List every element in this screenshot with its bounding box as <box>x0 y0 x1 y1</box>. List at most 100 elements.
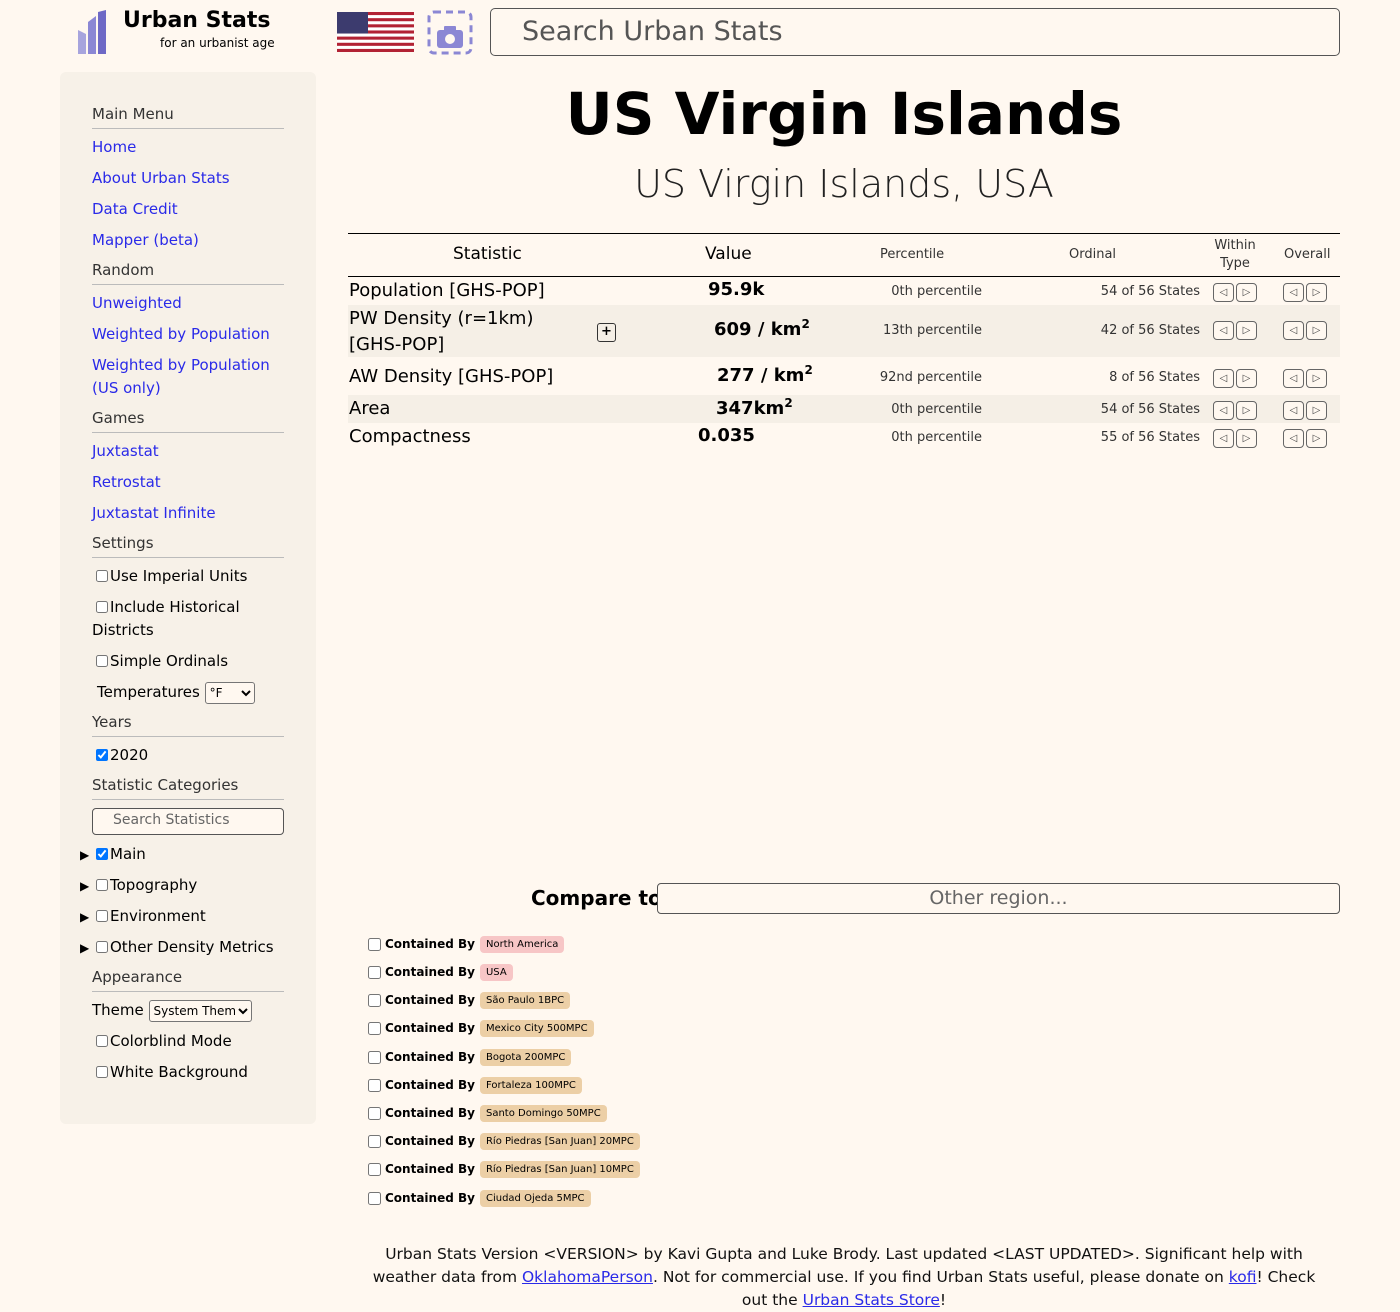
expand-arrow-icon[interactable]: ▶ <box>80 906 89 929</box>
contained-by-row[interactable]: Contained By Río Piedras [San Juan] 10MP… <box>368 1158 640 1180</box>
next-arrow-icon[interactable]: ▷ <box>1236 321 1257 340</box>
expand-plus-button[interactable]: + <box>597 323 616 342</box>
next-arrow-icon[interactable]: ▷ <box>1306 401 1327 420</box>
prev-arrow-icon[interactable]: ◁ <box>1283 283 1304 302</box>
contained-by-row[interactable]: Contained By Ciudad Ojeda 5MPC <box>368 1187 591 1209</box>
prev-arrow-icon[interactable]: ◁ <box>1283 401 1304 420</box>
next-arrow-icon[interactable]: ▷ <box>1306 369 1327 388</box>
next-arrow-icon[interactable]: ▷ <box>1306 321 1327 340</box>
region-pill[interactable]: USA <box>479 963 513 981</box>
contained-by-row[interactable]: Contained By North America <box>368 933 565 955</box>
contained-by-row[interactable]: Contained By São Paulo 1BPC <box>368 989 571 1011</box>
compare-region-input[interactable]: Other region... <box>657 883 1340 914</box>
region-pill[interactable]: Santo Domingo 50MPC <box>479 1104 607 1122</box>
contained-by-row[interactable]: Contained By Fortaleza 100MPC <box>368 1074 582 1096</box>
contained-by-checkbox[interactable] <box>368 1134 381 1148</box>
simple-ordinals-checkbox-input[interactable] <box>96 655 108 667</box>
white-background-checkbox-input[interactable] <box>96 1066 108 1078</box>
contained-by-checkbox[interactable] <box>368 965 381 979</box>
contained-by-checkbox[interactable] <box>368 1050 381 1064</box>
contained-by-checkbox[interactable] <box>368 1078 381 1092</box>
category-environment[interactable]: ▶ Environment <box>80 905 284 928</box>
expand-arrow-icon[interactable]: ▶ <box>80 844 89 867</box>
expand-arrow-icon[interactable]: ▶ <box>80 875 89 898</box>
contained-by-row[interactable]: Contained By Mexico City 500MPC <box>368 1017 594 1039</box>
region-pill[interactable]: Ciudad Ojeda 5MPC <box>479 1189 591 1207</box>
imperial-units-checkbox[interactable]: Use Imperial Units <box>92 565 284 588</box>
footer-link-store[interactable]: Urban Stats Store <box>803 1291 940 1309</box>
sidebar-link-data-credit[interactable]: Data Credit <box>92 198 284 221</box>
category-main-checkbox[interactable] <box>96 848 108 860</box>
sidebar-link-retrostat[interactable]: Retrostat <box>92 471 284 494</box>
sidebar-link-mapper[interactable]: Mapper (beta) <box>92 229 284 252</box>
contained-by-checkbox[interactable] <box>368 1191 381 1205</box>
footer-link-kofi[interactable]: kofi <box>1229 1268 1257 1286</box>
prev-arrow-icon[interactable]: ◁ <box>1213 369 1234 388</box>
prev-arrow-icon[interactable]: ◁ <box>1213 401 1234 420</box>
historical-districts-checkbox[interactable]: Include Historical Districts <box>92 596 284 642</box>
prev-arrow-icon[interactable]: ◁ <box>1283 429 1304 448</box>
sidebar-link-about[interactable]: About Urban Stats <box>92 167 284 190</box>
region-pill[interactable]: Río Piedras [San Juan] 10MPC <box>479 1160 640 1178</box>
contained-by-checkbox[interactable] <box>368 1106 381 1120</box>
next-arrow-icon[interactable]: ▷ <box>1306 283 1327 302</box>
contained-by-row[interactable]: Contained By Santo Domingo 50MPC <box>368 1102 607 1124</box>
contained-by-row[interactable]: Contained By USA <box>368 961 513 983</box>
contained-by-checkbox[interactable] <box>368 993 381 1007</box>
stat-name[interactable]: PW Density (r=1km) [GHS-POP] <box>349 306 579 358</box>
stat-name[interactable]: Population [GHS-POP] <box>349 278 545 304</box>
category-other-density[interactable]: ▶ Other Density Metrics <box>80 936 284 959</box>
category-topography[interactable]: ▶ Topography <box>80 874 284 897</box>
stat-name[interactable]: AW Density [GHS-POP] <box>349 364 553 390</box>
contained-by-checkbox[interactable] <box>368 1021 381 1035</box>
region-pill[interactable]: Fortaleza 100MPC <box>479 1076 582 1094</box>
category-topography-checkbox[interactable] <box>96 879 108 891</box>
footer-link-oklahomaperson[interactable]: OklahomaPerson <box>522 1268 653 1286</box>
white-background-checkbox[interactable]: White Background <box>92 1061 284 1084</box>
next-arrow-icon[interactable]: ▷ <box>1236 369 1257 388</box>
expand-arrow-icon[interactable]: ▶ <box>80 937 89 960</box>
category-environment-checkbox[interactable] <box>96 910 108 922</box>
simple-ordinals-checkbox[interactable]: Simple Ordinals <box>92 650 284 673</box>
next-arrow-icon[interactable]: ▷ <box>1236 283 1257 302</box>
next-arrow-icon[interactable]: ▷ <box>1306 429 1327 448</box>
search-input[interactable]: Search Urban Stats <box>490 8 1340 56</box>
year-2020-checkbox-input[interactable] <box>96 749 108 761</box>
theme-select[interactable]: System Theme <box>148 1000 252 1022</box>
screenshot-button[interactable] <box>427 10 473 55</box>
category-main[interactable]: ▶ Main <box>80 843 284 866</box>
urban-stats-logo[interactable]: Urban Stats for an urbanist age <box>76 8 276 58</box>
sidebar-link-juxtastat-infinite[interactable]: Juxtastat Infinite <box>92 502 284 525</box>
region-pill[interactable]: Mexico City 500MPC <box>479 1019 594 1037</box>
region-pill[interactable]: Río Piedras [San Juan] 20MPC <box>479 1132 640 1150</box>
sidebar-link-unweighted[interactable]: Unweighted <box>92 292 284 315</box>
us-flag-icon[interactable] <box>337 12 414 52</box>
contained-by-checkbox[interactable] <box>368 937 381 951</box>
statistic-search-input[interactable]: Search Statistics <box>92 808 284 835</box>
year-2020-checkbox[interactable]: 2020 <box>92 744 284 767</box>
sidebar-link-weighted-population-us[interactable]: Weighted by Population (US only) <box>92 354 284 400</box>
next-arrow-icon[interactable]: ▷ <box>1236 401 1257 420</box>
prev-arrow-icon[interactable]: ◁ <box>1213 283 1234 302</box>
category-other-density-checkbox[interactable] <box>96 941 108 953</box>
contained-by-row[interactable]: Contained By Bogota 200MPC <box>368 1046 572 1068</box>
prev-arrow-icon[interactable]: ◁ <box>1283 321 1304 340</box>
next-arrow-icon[interactable]: ▷ <box>1236 429 1257 448</box>
region-pill[interactable]: North America <box>479 935 565 953</box>
temperature-unit-select[interactable]: °F <box>204 682 255 704</box>
contained-by-row[interactable]: Contained By Río Piedras [San Juan] 20MP… <box>368 1130 640 1152</box>
sidebar-link-home[interactable]: Home <box>92 136 284 159</box>
historical-districts-checkbox-input[interactable] <box>96 601 108 613</box>
region-pill[interactable]: Bogota 200MPC <box>479 1048 572 1066</box>
prev-arrow-icon[interactable]: ◁ <box>1213 429 1234 448</box>
colorblind-checkbox[interactable]: Colorblind Mode <box>92 1030 284 1053</box>
stat-name[interactable]: Area <box>349 396 390 422</box>
region-pill[interactable]: São Paulo 1BPC <box>479 991 571 1009</box>
colorblind-checkbox-input[interactable] <box>96 1035 108 1047</box>
prev-arrow-icon[interactable]: ◁ <box>1213 321 1234 340</box>
stat-name[interactable]: Compactness <box>349 424 471 450</box>
imperial-units-checkbox-input[interactable] <box>96 570 108 582</box>
sidebar-link-juxtastat[interactable]: Juxtastat <box>92 440 284 463</box>
contained-by-checkbox[interactable] <box>368 1162 381 1176</box>
sidebar-link-weighted-population[interactable]: Weighted by Population <box>92 323 284 346</box>
